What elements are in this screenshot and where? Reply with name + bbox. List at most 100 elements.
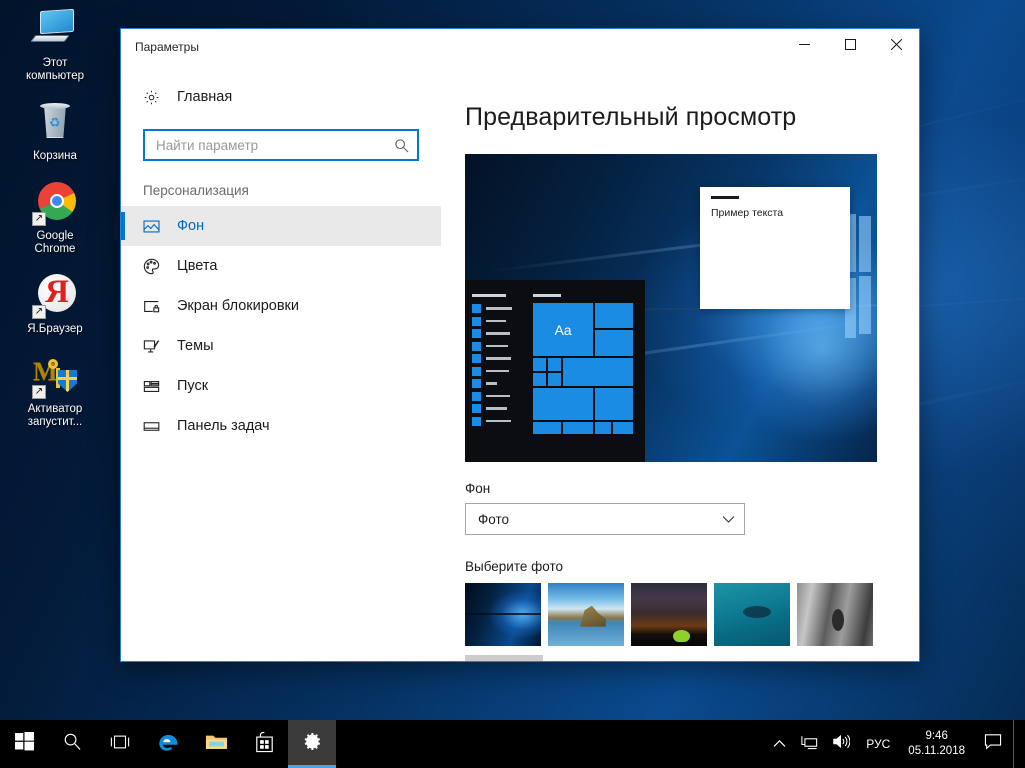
task-view-button[interactable] bbox=[96, 720, 144, 768]
gear-icon bbox=[302, 731, 323, 757]
theme-brush-icon bbox=[143, 338, 177, 355]
photo-thumbnail-windows-hero[interactable] bbox=[465, 583, 541, 646]
windows-logo-icon bbox=[15, 732, 34, 756]
photo-thumbnail-rock-face[interactable] bbox=[797, 583, 873, 646]
sidebar-item-label: Цвета bbox=[177, 258, 217, 274]
preview-app-list bbox=[472, 294, 522, 429]
clock[interactable]: 9:46 05.11.2018 bbox=[899, 720, 974, 768]
settings-content: Предварительный просмотр bbox=[441, 61, 919, 661]
folder-icon bbox=[205, 732, 228, 757]
sidebar-item-taskbar[interactable]: Панель задач bbox=[121, 406, 441, 446]
taskbar-buttons bbox=[0, 720, 336, 768]
shortcut-arrow-icon: ↗ bbox=[32, 385, 46, 399]
desktop-icon-label: Google Chrome bbox=[35, 230, 76, 256]
clock-time: 9:46 bbox=[925, 729, 947, 744]
search-icon bbox=[63, 732, 82, 756]
preview-tile bbox=[533, 388, 593, 420]
edge-button[interactable] bbox=[144, 720, 192, 768]
yandex-browser-icon: Я ↗ bbox=[31, 272, 79, 320]
sidebar-item-label: Главная bbox=[177, 89, 232, 105]
gear-icon bbox=[143, 89, 177, 106]
picture-icon bbox=[143, 218, 177, 235]
sidebar-item-label: Панель задач bbox=[177, 418, 270, 434]
preview-tile bbox=[595, 303, 633, 328]
preview-tile-grid: Aa bbox=[533, 294, 633, 451]
settings-button[interactable] bbox=[288, 720, 336, 768]
desktop-icon-yandex-browser[interactable]: Я ↗ Я.Браузер bbox=[9, 272, 101, 336]
language-indicator[interactable]: РУС bbox=[857, 720, 899, 768]
desktop-icon-label: Я.Браузер bbox=[27, 323, 82, 336]
desktop-icon-google-chrome[interactable]: ↗ Google Chrome bbox=[9, 179, 101, 256]
sidebar-item-start[interactable]: Пуск bbox=[121, 366, 441, 406]
desktop-icon-recycle-bin[interactable]: ♻ Корзина bbox=[9, 99, 101, 163]
sidebar-item-themes[interactable]: Темы bbox=[121, 326, 441, 366]
search-icon[interactable] bbox=[394, 138, 409, 153]
search-box[interactable] bbox=[143, 129, 419, 161]
sidebar-item-label: Экран блокировки bbox=[177, 298, 299, 314]
preview-tile bbox=[613, 422, 633, 434]
desktop-icon-list: Этот компьютер ♻ Корзина ↗ Google Chrome… bbox=[0, 6, 110, 445]
sidebar-item-colors[interactable]: Цвета bbox=[121, 246, 441, 286]
search-button[interactable] bbox=[48, 720, 96, 768]
photo-thumbnail-night-sky-tent[interactable] bbox=[631, 583, 707, 646]
window-body: Главная Персонализация bbox=[121, 61, 919, 661]
background-preview: Aa bbox=[465, 154, 877, 462]
browse-button[interactable]: Обзор bbox=[465, 655, 543, 661]
maximize-icon[interactable] bbox=[827, 29, 873, 59]
photo-thumbnail-list bbox=[465, 583, 919, 646]
choose-photo-label: Выберите фото bbox=[465, 559, 919, 574]
sidebar-item-home[interactable]: Главная bbox=[121, 77, 441, 117]
preview-tile bbox=[563, 358, 633, 386]
search-wrapper bbox=[121, 117, 441, 161]
desktop: Этот компьютер ♻ Корзина ↗ Google Chrome… bbox=[0, 0, 1025, 768]
preview-tile bbox=[548, 358, 561, 371]
preview-sample-window: Пример текста bbox=[700, 187, 850, 309]
preview-tile bbox=[595, 330, 633, 356]
file-explorer-button[interactable] bbox=[192, 720, 240, 768]
microsoft-store-button[interactable] bbox=[240, 720, 288, 768]
preview-tile bbox=[595, 422, 611, 434]
tray-overflow-button[interactable] bbox=[766, 720, 793, 768]
network-icon bbox=[800, 734, 818, 755]
google-chrome-icon: ↗ bbox=[31, 179, 79, 227]
preview-sample-window-titlebar bbox=[711, 196, 739, 199]
this-pc-icon bbox=[31, 6, 79, 54]
minimize-icon[interactable] bbox=[781, 29, 827, 59]
photo-thumbnail-beach-rocks[interactable] bbox=[548, 583, 624, 646]
settings-sidebar: Главная Персонализация bbox=[121, 61, 441, 661]
background-type-dropdown[interactable]: Фото bbox=[465, 503, 745, 535]
search-input[interactable] bbox=[156, 138, 394, 153]
system-tray: РУС 9:46 05.11.2018 bbox=[766, 720, 1025, 768]
volume-button[interactable] bbox=[825, 720, 857, 768]
preview-tile bbox=[563, 422, 593, 434]
store-bag-icon bbox=[254, 731, 275, 758]
preview-tile bbox=[533, 422, 561, 434]
background-type-value: Фото bbox=[478, 512, 722, 527]
sidebar-group-title: Персонализация bbox=[121, 161, 441, 206]
preview-tile-aa: Aa bbox=[533, 303, 593, 356]
chevron-up-icon bbox=[773, 735, 786, 753]
network-button[interactable] bbox=[793, 720, 825, 768]
desktop-icon-label: Корзина bbox=[33, 150, 77, 163]
sidebar-item-lock-screen[interactable]: Экран блокировки bbox=[121, 286, 441, 326]
start-button[interactable] bbox=[0, 720, 48, 768]
desktop-icon-activator[interactable]: M ↗ Активатор запустит... bbox=[9, 352, 101, 429]
close-icon[interactable] bbox=[873, 29, 919, 59]
show-desktop-button[interactable] bbox=[1013, 720, 1021, 768]
sidebar-item-label: Пуск bbox=[177, 378, 208, 394]
palette-icon bbox=[143, 258, 177, 275]
sidebar-item-background[interactable]: Фон bbox=[121, 206, 441, 246]
window-title: Параметры bbox=[121, 29, 199, 54]
preview-tile bbox=[533, 358, 546, 371]
action-center-button[interactable] bbox=[974, 720, 1013, 768]
volume-icon bbox=[832, 733, 850, 755]
desktop-icon-label: Активатор запустит... bbox=[28, 403, 83, 429]
window-titlebar[interactable]: Параметры bbox=[121, 29, 919, 61]
taskbar-icon bbox=[143, 418, 177, 435]
photo-thumbnail-underwater[interactable] bbox=[714, 583, 790, 646]
preview-tile bbox=[533, 373, 546, 386]
desktop-icon-this-pc[interactable]: Этот компьютер bbox=[9, 6, 101, 83]
sidebar-item-label: Темы bbox=[177, 338, 214, 354]
activator-icon: M ↗ bbox=[31, 352, 79, 400]
shortcut-arrow-icon: ↗ bbox=[32, 305, 46, 319]
